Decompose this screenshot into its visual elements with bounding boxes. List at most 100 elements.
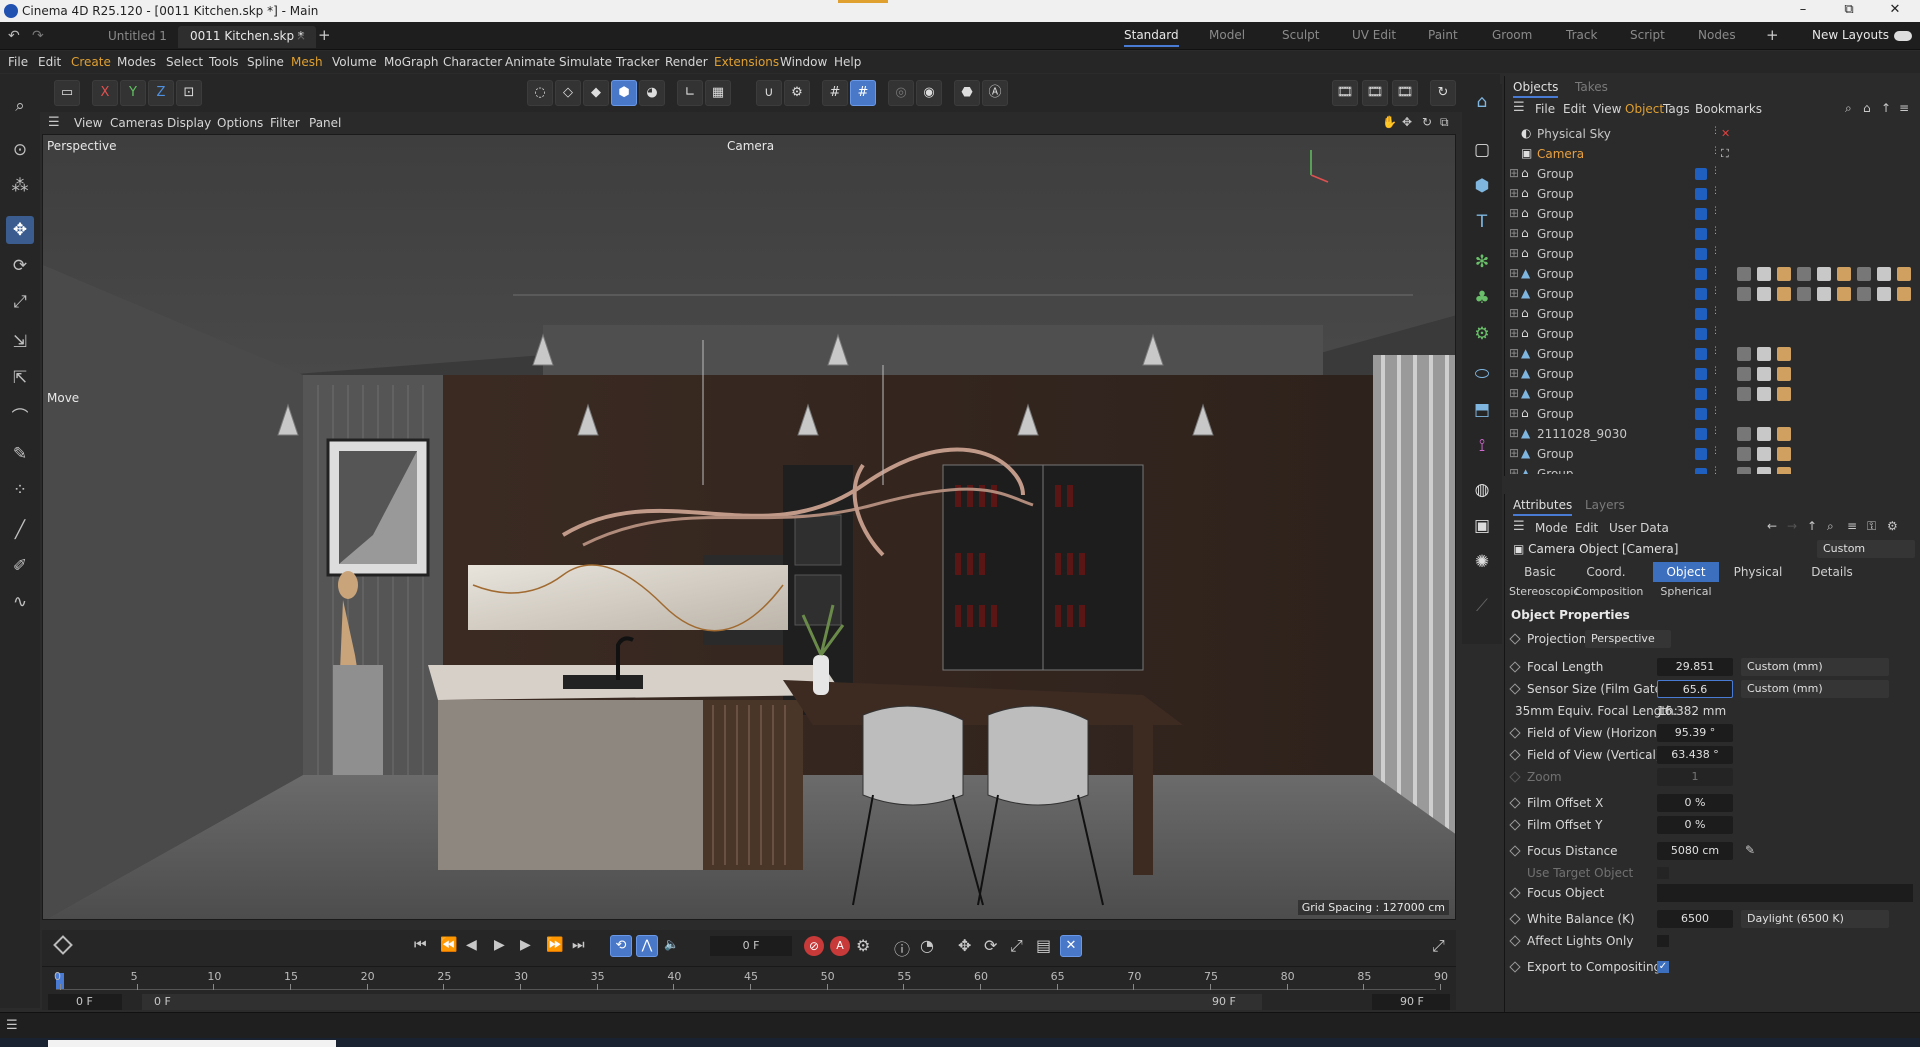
layer-color-swatch[interactable]	[1695, 288, 1707, 300]
material-tag-icon[interactable]: ⛶	[1721, 147, 1735, 161]
material-tag-icon[interactable]	[1817, 267, 1831, 281]
cube-icon[interactable]: ⬢	[1468, 172, 1496, 200]
render-view-icon[interactable]: 🎞	[1332, 80, 1358, 106]
layout-tab-script[interactable]: Script	[1630, 28, 1665, 42]
visibility-dots-icon[interactable]: ⋮	[1711, 406, 1720, 416]
object-name[interactable]: Group	[1537, 467, 1574, 474]
object-row[interactable]: ⊞ ⌂ Group ⋮	[1505, 324, 1919, 344]
object-name[interactable]: Group	[1537, 287, 1574, 301]
tweak-mode-icon[interactable]: ▦	[705, 80, 731, 106]
object-name[interactable]: Camera	[1537, 147, 1584, 161]
tab-composition[interactable]: Composition	[1571, 582, 1647, 602]
layer-color-swatch[interactable]	[1695, 168, 1707, 180]
key-position-icon[interactable]: ✥	[958, 936, 971, 955]
key-speed-icon[interactable]: ◔	[920, 936, 934, 955]
menu-create[interactable]: Create	[71, 55, 111, 69]
up-arrow-icon[interactable]: ↑	[1807, 519, 1817, 533]
keyframe-diamond-icon[interactable]	[1509, 727, 1521, 739]
preview-range-icon[interactable]: ⋀	[636, 935, 658, 957]
z-axis-button[interactable]: Z	[148, 80, 174, 106]
new-layouts-toggle[interactable]	[1894, 31, 1912, 41]
material-tag-icon[interactable]	[1757, 447, 1771, 461]
material-tag-icon[interactable]	[1777, 287, 1791, 301]
material-tag-icon[interactable]	[1777, 387, 1791, 401]
material-tag-icon[interactable]	[1897, 287, 1911, 301]
menu-spline[interactable]: Spline	[247, 55, 284, 69]
doc-tab-untitled[interactable]: Untitled 1	[96, 26, 179, 48]
keyframe-diamond-icon[interactable]	[1509, 633, 1521, 645]
layer-color-swatch[interactable]	[1695, 388, 1707, 400]
material-tag-icon[interactable]	[1797, 267, 1811, 281]
snap-tool-icon[interactable]: ⇱	[6, 364, 34, 392]
material-tag-icon[interactable]	[1777, 427, 1791, 441]
layout-tab-model[interactable]: Model	[1209, 28, 1245, 42]
filter-icon[interactable]: ≡	[1899, 101, 1909, 115]
add-tab-button[interactable]: +	[318, 26, 331, 44]
knife-tool-icon[interactable]: ╱	[6, 516, 34, 544]
material-tag-icon[interactable]	[1817, 287, 1831, 301]
current-frame-field[interactable]: 0 F	[710, 936, 792, 956]
render-picture-viewer-icon[interactable]: 🎞	[1362, 80, 1388, 106]
arrow-up-icon[interactable]: ↑	[1881, 101, 1891, 115]
material-tag-icon[interactable]	[1877, 287, 1891, 301]
material-tag-icon[interactable]	[1857, 267, 1871, 281]
object-name[interactable]: Group	[1537, 247, 1574, 261]
layer-color-swatch[interactable]	[1695, 348, 1707, 360]
object-row[interactable]: ⊞ ▲ Group ⋮	[1505, 284, 1919, 304]
white-balance-dropdown[interactable]: Daylight (6500 K)	[1741, 910, 1889, 928]
attr-filter-icon[interactable]: ≡	[1847, 519, 1857, 533]
visibility-dots-icon[interactable]: ⋮	[1711, 366, 1720, 376]
key-settings-icon[interactable]: ⚙	[856, 936, 870, 955]
focal-length-field[interactable]: 29.851	[1657, 658, 1733, 676]
menu-extensions[interactable]: Extensions	[714, 55, 779, 69]
menu-edit[interactable]: Edit	[38, 55, 61, 69]
go-to-start-icon[interactable]: ⏮	[414, 937, 427, 953]
object-name[interactable]: Physical Sky	[1537, 127, 1611, 141]
object-name[interactable]: Group	[1537, 267, 1574, 281]
expand-toggle-icon[interactable]: ⊞	[1509, 466, 1519, 474]
object-row[interactable]: ⊞ ▲ Group ⋮	[1505, 444, 1919, 464]
object-row[interactable]: ⊞ ▲ 2111028_9030 ⋮	[1505, 424, 1919, 444]
expand-toggle-icon[interactable]: ⊞	[1509, 306, 1519, 320]
forward-arrow-icon[interactable]: →	[1787, 519, 1797, 533]
material-tag-icon[interactable]	[1757, 467, 1771, 474]
undo-icon[interactable]: ↶	[8, 28, 20, 44]
keyframe-diamond-icon[interactable]	[1509, 887, 1521, 899]
takes-tab[interactable]: Takes	[1575, 80, 1608, 94]
attr-menu-user-data[interactable]: User Data	[1609, 521, 1669, 535]
obj-menu-bookmarks[interactable]: Bookmarks	[1695, 102, 1762, 116]
visibility-dots-icon[interactable]: ⋮	[1711, 126, 1720, 136]
expand-toggle-icon[interactable]: ⊞	[1509, 246, 1519, 260]
layer-color-swatch[interactable]	[1695, 268, 1707, 280]
material-tag-icon[interactable]	[1757, 387, 1771, 401]
snap-magnet-icon[interactable]: ∪	[756, 80, 782, 106]
menu-simulate[interactable]: Simulate	[559, 55, 612, 69]
layer-color-swatch[interactable]	[1695, 408, 1707, 420]
render-tag-icon[interactable]: ⬣	[954, 80, 980, 106]
material-tag-icon[interactable]	[1737, 367, 1751, 381]
material-tag-icon[interactable]	[1737, 287, 1751, 301]
material-tag-icon[interactable]	[1757, 287, 1771, 301]
move-tool-icon[interactable]: ✥	[6, 216, 34, 244]
object-name[interactable]: Group	[1537, 447, 1574, 461]
material-tag-icon[interactable]	[1737, 467, 1751, 474]
keyframe-diamond-icon[interactable]	[1509, 661, 1521, 673]
3d-viewport[interactable]: Perspective Camera Move Grid Spacing : 1…	[42, 134, 1456, 920]
vp-menu-panel[interactable]: Panel	[309, 116, 341, 130]
range-slider[interactable]: 0 F	[142, 994, 1262, 1010]
cloner-icon[interactable]: ✻	[1468, 248, 1496, 276]
x-axis-button[interactable]: X	[92, 80, 118, 106]
tab-details[interactable]: Details	[1797, 562, 1867, 582]
material-tag-icon[interactable]	[1737, 347, 1751, 361]
material-tag-icon[interactable]	[1897, 267, 1911, 281]
coordinate-system-icon[interactable]: ⊡	[176, 80, 202, 106]
material-tag-icon[interactable]	[1757, 347, 1771, 361]
minimize-button[interactable]: –	[1780, 0, 1826, 22]
viewport-camera-label[interactable]: Camera	[727, 139, 774, 153]
attributes-hamburger-icon[interactable]: ☰	[1513, 519, 1525, 534]
menu-tools[interactable]: Tools	[209, 55, 239, 69]
visibility-dots-icon[interactable]: ⋮	[1711, 186, 1720, 196]
obj-menu-edit[interactable]: Edit	[1563, 102, 1586, 116]
expand-toggle-icon[interactable]: ⊞	[1509, 426, 1519, 440]
expand-toggle-icon[interactable]: ⊞	[1509, 446, 1519, 460]
